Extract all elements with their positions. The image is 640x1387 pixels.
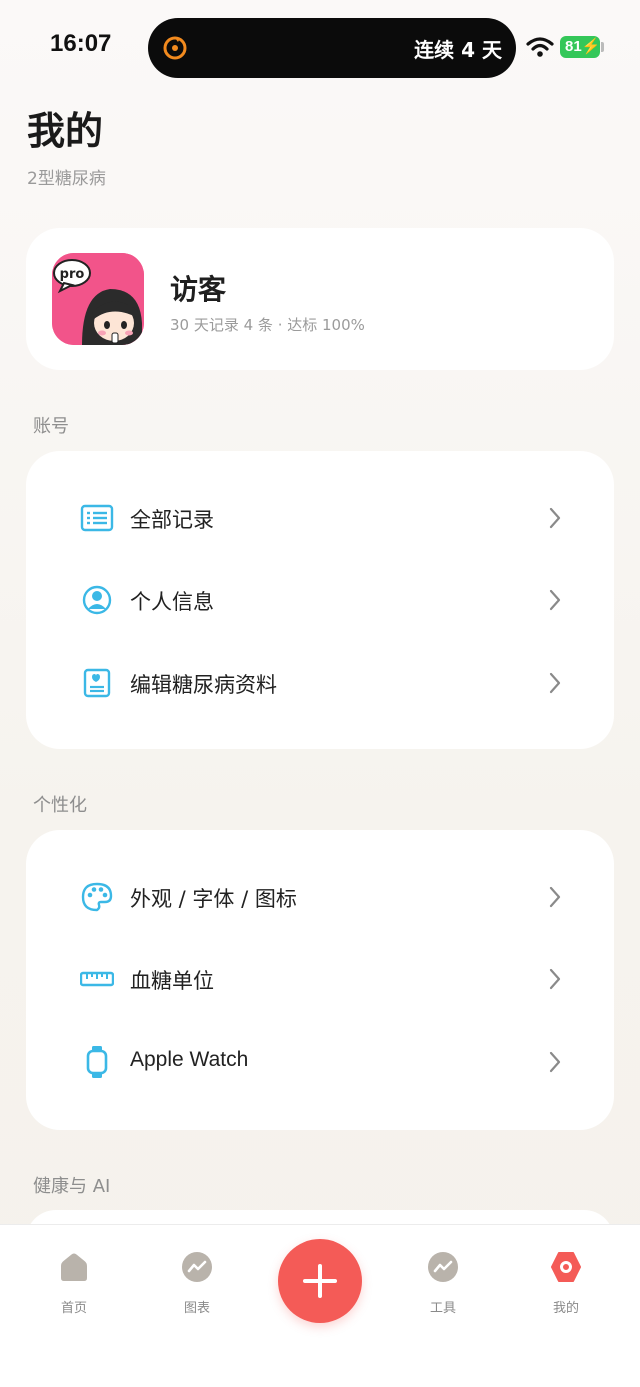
menu-item-personal-info[interactable]: 个人信息	[26, 570, 614, 630]
refresh-icon	[163, 36, 187, 60]
dynamic-island[interactable]: 连续 4 天	[148, 18, 516, 78]
menu-item-all-records[interactable]: 全部记录	[26, 488, 614, 548]
watch-icon	[86, 1046, 108, 1078]
menu-item-label: 全部记录	[130, 508, 214, 532]
chevron-right-icon	[549, 672, 561, 694]
page-title: 我的	[27, 109, 104, 153]
chevron-right-icon	[549, 1051, 561, 1073]
tab-home[interactable]: 首页	[24, 1225, 124, 1325]
menu-item-label: 外观 / 字体 / 图标	[130, 887, 297, 911]
battery-indicator: 81⚡	[560, 36, 600, 58]
tab-label: 首页	[60, 1301, 87, 1316]
section-label-health-ai: 健康与 AI	[33, 1176, 111, 1197]
tab-label: 我的	[552, 1301, 579, 1316]
streak-text: 连续 4 天	[414, 38, 502, 62]
menu-item-appearance[interactable]: 外观 / 字体 / 图标	[26, 867, 614, 927]
status-time: 16:07	[50, 30, 112, 57]
section-label-account: 账号	[33, 416, 69, 437]
section-label-personalize: 个性化	[33, 795, 87, 816]
tab-label: 工具	[429, 1301, 456, 1316]
avatar-badge-text: pro	[60, 267, 85, 282]
tab-bar: 首页 图表 工具 我的	[0, 1224, 640, 1387]
records-list-icon	[80, 504, 114, 532]
user-circle-icon	[82, 585, 112, 615]
add-record-button[interactable]	[278, 1239, 362, 1323]
wifi-icon	[526, 37, 554, 57]
chevron-right-icon	[549, 968, 561, 990]
battery-cap	[601, 42, 604, 52]
battery-level: 81	[565, 38, 582, 55]
menu-item-glucose-unit[interactable]: 血糖单位	[26, 949, 614, 1009]
avatar-illustration: pro	[52, 253, 144, 345]
profile-card[interactable]: pro 访客 30 天记录 4 条 · 达标 100%	[26, 228, 614, 370]
tab-chart[interactable]: 图表	[147, 1225, 247, 1325]
menu-item-label: 血糖单位	[130, 969, 214, 993]
profile-stats: 30 天记录 4 条 · 达标 100%	[170, 316, 365, 334]
profile-tab-icon	[551, 1252, 581, 1282]
menu-item-edit-diabetes-profile[interactable]: 编辑糖尿病资料	[26, 653, 614, 713]
menu-item-label: 编辑糖尿病资料	[130, 673, 277, 697]
ruler-icon	[80, 971, 114, 987]
profile-name: 访客	[170, 273, 227, 306]
personalize-card: 外观 / 字体 / 图标 血糖单位 Apple Watch	[26, 830, 614, 1130]
chevron-right-icon	[549, 507, 561, 529]
avatar[interactable]: pro	[52, 253, 144, 345]
profile-card-icon	[83, 668, 111, 698]
menu-item-apple-watch[interactable]: Apple Watch	[26, 1032, 614, 1092]
tab-tools[interactable]: 工具	[393, 1225, 493, 1325]
tools-icon	[428, 1252, 458, 1282]
chart-icon	[182, 1252, 212, 1282]
tab-label: 图表	[183, 1301, 210, 1316]
tab-profile[interactable]: 我的	[516, 1225, 616, 1325]
menu-item-label: Apple Watch	[130, 1048, 249, 1071]
home-icon	[61, 1253, 87, 1281]
plus-icon	[303, 1264, 337, 1298]
chevron-right-icon	[549, 886, 561, 908]
palette-icon	[81, 882, 113, 912]
page-subtitle: 2型糖尿病	[27, 169, 106, 189]
menu-item-label: 个人信息	[130, 590, 214, 614]
account-card: 全部记录 个人信息 编辑糖尿病资料	[26, 451, 614, 749]
chevron-right-icon	[549, 589, 561, 611]
